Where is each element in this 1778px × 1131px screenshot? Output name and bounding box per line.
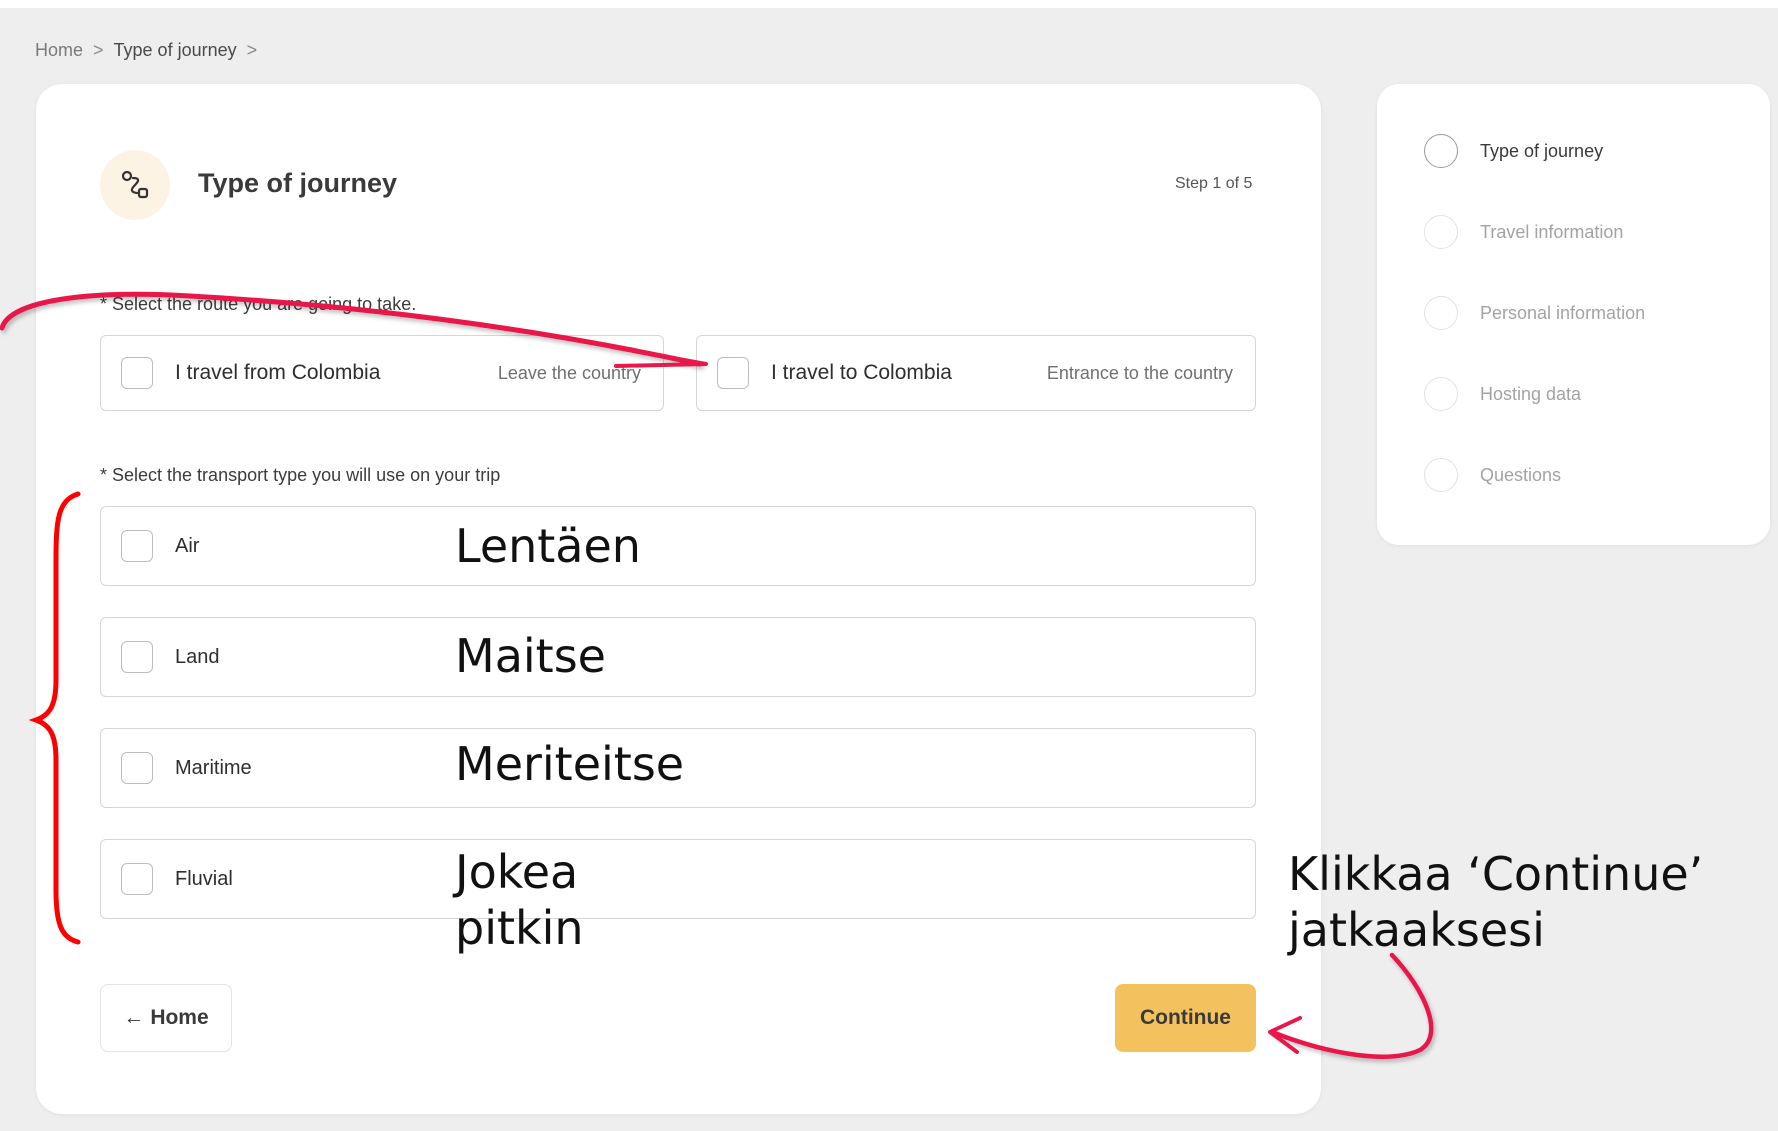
- annotation-brace: [28, 491, 81, 945]
- annotation-arrowhead-route: [610, 345, 708, 368]
- annotation-arrow-continue: [1269, 952, 1434, 1059]
- annotation-overlay: [0, 291, 1434, 1059]
- annotation-arrow-route: [0, 291, 703, 367]
